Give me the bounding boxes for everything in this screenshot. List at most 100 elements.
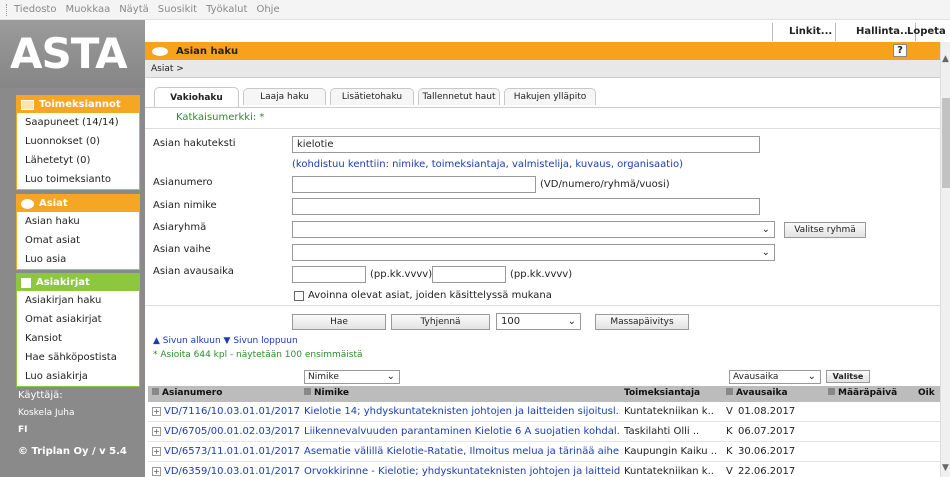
case-number-link[interactable]: + VD/6573/11.01.01.01/2017 [152, 446, 302, 457]
speech-bubble-icon [21, 198, 34, 209]
sidebar-item-sent[interactable]: Lähetetyt (0) [17, 151, 139, 170]
menu-view[interactable]: Näytä [119, 4, 149, 15]
admin-menu[interactable]: Hallinta... [856, 26, 911, 37]
sidebar-item-create-assignment[interactable]: Luo toimeksianto [17, 170, 139, 189]
asta-logo[interactable]: ASTA [10, 32, 128, 76]
sidebar-item-create-case[interactable]: Luo asia [17, 250, 139, 269]
sidebar-item-my-documents[interactable]: Omat asiakirjat [17, 310, 139, 329]
col-label: Asianumero [162, 388, 223, 398]
sidebar-item-document-search[interactable]: Asiakirjan haku [17, 291, 139, 310]
page-title: Asian haku [176, 45, 239, 57]
tab-basic-search[interactable]: Vakiohaku [154, 87, 239, 107]
case-title-link[interactable]: Liikennevalvuuden parantaminen Kielotie … [304, 426, 620, 437]
search-text-input[interactable]: kielotie [292, 136, 760, 153]
menu-edit[interactable]: Muokkaa [65, 4, 110, 15]
expand-icon[interactable]: + [152, 407, 161, 416]
case-number-label: Asianumero [153, 177, 213, 188]
case-opened-date: 01.08.2017 [738, 406, 796, 417]
document-icon [21, 277, 31, 288]
chevron-down-icon: ⌄ [761, 247, 770, 258]
sidebar-group-header[interactable]: Asiakirjat [17, 274, 139, 291]
case-group-select[interactable]: ⌄ [292, 221, 775, 238]
search-button[interactable]: Hae [292, 314, 386, 330]
case-number-input[interactable] [292, 176, 536, 193]
checkbox[interactable] [294, 290, 304, 301]
scroll-up-icon[interactable]: ▲ [942, 54, 949, 64]
tab-extended-search[interactable]: Laaja haku [243, 88, 326, 105]
menu-tools[interactable]: Työkalut [206, 4, 247, 15]
table-row[interactable]: + VD/7116/10.03.01.01/2017 Kielotie 14; y… [148, 402, 940, 422]
divider [835, 23, 836, 41]
col-due[interactable]: Määräpäivä [828, 388, 897, 398]
col-rights[interactable]: Oik [918, 388, 935, 398]
scrollbar-thumb[interactable] [942, 98, 950, 188]
tab-additional-info-search[interactable]: Lisätietohaku [330, 88, 414, 105]
vertical-scrollbar[interactable]: ▲ ▼ [940, 42, 950, 477]
apply-filter-button[interactable]: Valitse [826, 370, 870, 383]
case-title-input[interactable] [292, 198, 760, 215]
date-to-hint: (pp.kk.vvvv) [510, 269, 573, 280]
col-case-number[interactable]: Asianumero [152, 388, 222, 398]
expand-icon[interactable]: + [152, 447, 161, 456]
case-number-link[interactable]: + VD/6359/10.03.01.01/2017 [152, 466, 302, 477]
case-flag: K [726, 446, 733, 457]
table-row[interactable]: + VD/6573/11.01.01.01/2017 Asematie välil… [148, 442, 940, 462]
case-group-label: Asiaryhmä [153, 222, 207, 233]
date-filter-select[interactable]: Avausaika ⌄ [729, 370, 821, 384]
col-label: Nimike [314, 388, 349, 398]
tab-saved-searches[interactable]: Tallennetut haut [418, 88, 500, 105]
bulk-update-button[interactable]: Massapäivitys [595, 314, 689, 330]
sidebar-item-incoming[interactable]: Saapuneet (14/14) [17, 113, 139, 132]
case-title-link[interactable]: Kielotie 14; yhdyskuntateknisten johtoje… [304, 406, 620, 417]
case-title-link[interactable]: Asematie välillä Kielotie-Ratatie, Ilmoi… [304, 446, 620, 457]
language-indicator[interactable]: FI [16, 421, 140, 438]
sidebar-group-header[interactable]: Toimeksiannot [17, 96, 139, 113]
envelope-icon [21, 99, 34, 110]
sidebar-item-drafts[interactable]: Luonnokset (0) [17, 132, 139, 151]
help-button[interactable]: ? [893, 44, 907, 57]
sidebar-group-header[interactable]: Asiat [17, 195, 139, 212]
sidebar-item-fetch-from-email[interactable]: Hae sähköpostista [17, 348, 139, 367]
menu-favorites[interactable]: Suosikit [158, 4, 197, 15]
col-title[interactable]: Nimike [304, 388, 349, 398]
menu-help[interactable]: Ohje [256, 4, 279, 15]
sidebar-item-my-cases[interactable]: Omat asiat [17, 231, 139, 250]
user-name: Koskela Juha [18, 407, 75, 418]
to-bottom-link[interactable]: ▼ Sivun loppuun [224, 336, 298, 346]
copyright: © Triplan Oy / v 5.4 [18, 446, 127, 457]
case-flag: V [726, 406, 733, 417]
sidebar-group-title: Asiat [39, 198, 68, 209]
to-top-link[interactable]: ▲ Sivun alkuun [153, 336, 221, 346]
breadcrumb-cases[interactable]: Asiat > [151, 64, 184, 74]
result-limit-select[interactable]: 100 ⌄ [496, 313, 581, 330]
sidebar-item-create-document[interactable]: Luo asiakirja [17, 367, 139, 386]
menu-file[interactable]: Tiedosto [14, 4, 56, 15]
opened-to-input[interactable] [432, 266, 506, 283]
search-text-value: kielotie [297, 139, 334, 150]
col-opened[interactable]: Avausaika [726, 388, 788, 398]
open-only-option[interactable]: Avoinna olevat asiat, joiden käsittelyss… [294, 290, 552, 301]
links-menu[interactable]: Linkit... [789, 26, 832, 37]
case-number-link[interactable]: + VD/6705/00.01.02.03/2017 [152, 426, 302, 437]
column-filter-select[interactable]: Nimike ⌄ [304, 370, 400, 384]
sidebar-item-case-search[interactable]: Asian haku [17, 212, 139, 231]
table-row[interactable]: + VD/6359/10.03.01.01/2017 Orvokkirinne -… [148, 462, 940, 477]
chevron-down-icon: ⌄ [386, 371, 395, 382]
scroll-down-icon[interactable]: ▼ [942, 463, 949, 473]
sort-icon [304, 388, 311, 395]
table-row[interactable]: + VD/6705/00.01.02.03/2017 Liikennevalvuu… [148, 422, 940, 442]
case-number-link[interactable]: + VD/7116/10.03.01.01/2017 [152, 406, 302, 417]
case-phase-label: Asian vaihe [153, 244, 211, 255]
logout-link[interactable]: Lopeta [907, 26, 946, 37]
case-title-link[interactable]: Orvokkirinne - Kielotie; yhdyskuntatekni… [304, 466, 620, 477]
clear-button[interactable]: Tyhjennä [391, 314, 490, 330]
user-label: Käyttäjä: [18, 390, 63, 401]
col-client[interactable]: Toimeksiantaja [624, 388, 700, 398]
sidebar-item-folders[interactable]: Kansiot [17, 329, 139, 348]
opened-from-input[interactable] [292, 266, 366, 283]
expand-icon[interactable]: + [152, 427, 161, 436]
expand-icon[interactable]: + [152, 467, 161, 476]
case-phase-select[interactable]: ⌄ [292, 244, 775, 261]
choose-group-button[interactable]: Valitse ryhmä [784, 222, 866, 238]
tab-search-maintenance[interactable]: Hakujen ylläpito [504, 88, 596, 105]
